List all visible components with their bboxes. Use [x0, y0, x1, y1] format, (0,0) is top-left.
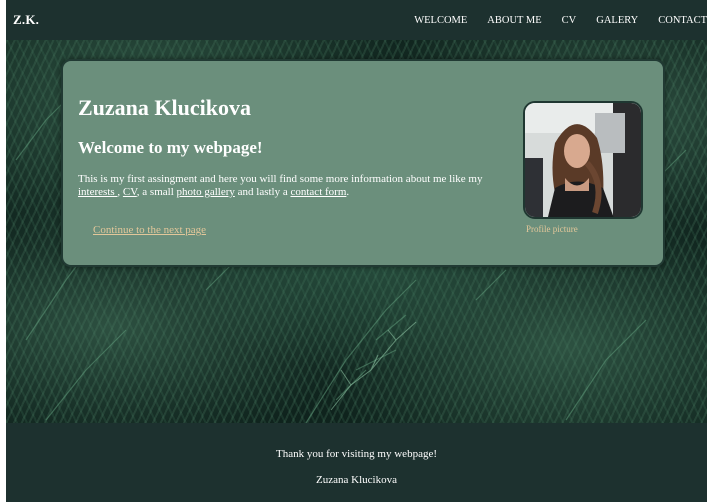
- nav-contact[interactable]: CONTACT: [658, 15, 707, 26]
- intro-sep-3: and lastly a: [234, 186, 291, 198]
- link-interests[interactable]: interests: [78, 186, 117, 198]
- profile-photo-graphic: [525, 103, 641, 217]
- continue-next-page-link[interactable]: Continue to the next page: [93, 224, 206, 236]
- page: Z.K. WELCOME ABOUT ME CV GALERY CONTACT: [6, 0, 707, 502]
- nav-galery[interactable]: GALERY: [596, 15, 638, 26]
- intro-text-start: This is my first assingment and here you…: [78, 173, 483, 185]
- footer-thanks: Thank you for visiting my webpage!: [276, 448, 437, 460]
- link-cv[interactable]: CV: [123, 186, 137, 198]
- nav-cv[interactable]: CV: [562, 15, 577, 26]
- footer: Thank you for visiting my webpage! Zuzan…: [6, 423, 707, 502]
- welcome-heading: Welcome to my webpage!: [78, 138, 263, 157]
- brand-logo[interactable]: Z.K.: [13, 12, 39, 28]
- intro-paragraph: This is my first assingment and here you…: [78, 173, 498, 199]
- link-photo-gallery[interactable]: photo gallery: [177, 186, 235, 198]
- intro-sep-2: , a small: [136, 186, 177, 198]
- intro-text-end: .: [346, 186, 350, 198]
- nav-welcome[interactable]: WELCOME: [414, 15, 467, 26]
- profile-picture-caption: Profile picture: [526, 224, 578, 234]
- welcome-card: Zuzana Klucikova Welcome to my webpage! …: [61, 59, 665, 267]
- link-contact-form[interactable]: contact form: [290, 186, 346, 198]
- nav-about-me[interactable]: ABOUT ME: [487, 15, 541, 26]
- profile-picture: [523, 101, 643, 219]
- navbar: Z.K. WELCOME ABOUT ME CV GALERY CONTACT: [6, 0, 707, 40]
- footer-name: Zuzana Klucikova: [316, 474, 397, 486]
- page-title: Zuzana Klucikova: [78, 95, 251, 120]
- main-nav: WELCOME ABOUT ME CV GALERY CONTACT: [394, 0, 707, 40]
